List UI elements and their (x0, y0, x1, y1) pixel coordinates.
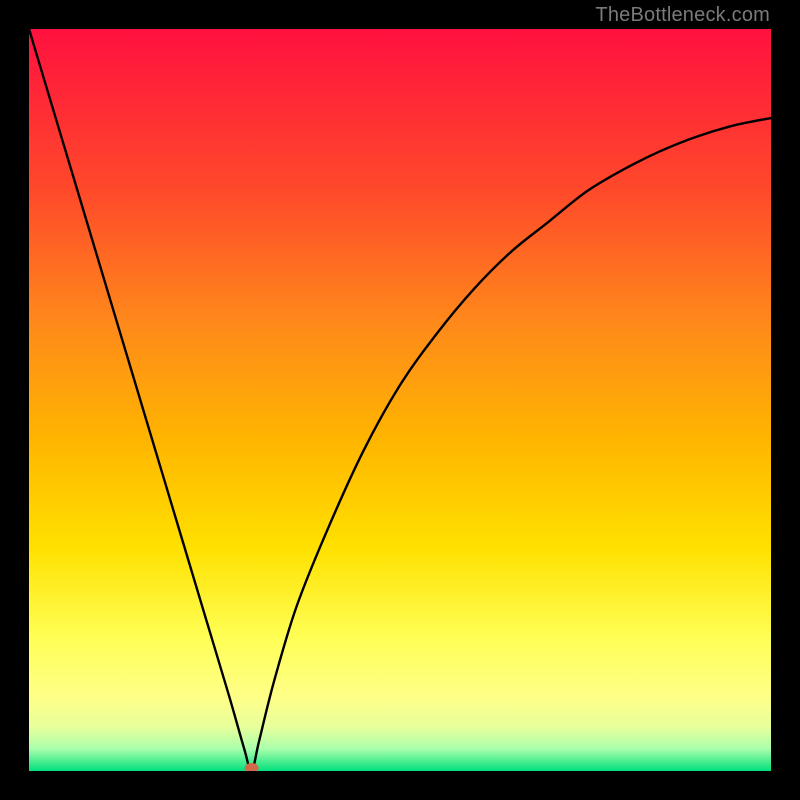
curve-layer (29, 29, 771, 771)
watermark-text: TheBottleneck.com (595, 4, 770, 27)
bottleneck-curve (29, 29, 771, 771)
minimum-marker-icon (245, 763, 259, 773)
chart-container: TheBottleneck.com (0, 0, 800, 800)
plot-area (29, 29, 771, 771)
